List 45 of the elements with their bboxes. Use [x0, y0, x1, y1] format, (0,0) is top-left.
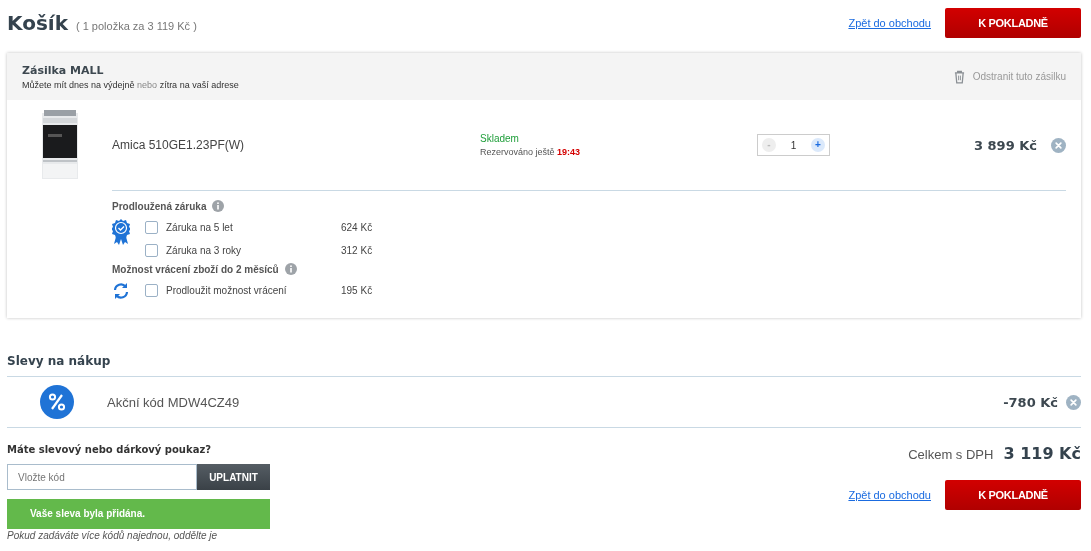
remove-icon[interactable] [1066, 394, 1081, 410]
option-label: Záruka na 5 let [166, 221, 234, 233]
coupon-note: Pokud zadáváte více kódů najednou, oddělte je [7, 530, 219, 541]
total-price: 3 119 Kč [1003, 444, 1081, 463]
page-title: Košík [7, 11, 68, 35]
total-label: Celkem s DPH [908, 447, 994, 462]
checkout-button[interactable]: K POKLADNĚ [945, 8, 1081, 38]
refresh-icon [112, 282, 130, 300]
cart-summary: ( 1 položka za 3 119 Kč ) [75, 20, 197, 32]
percent-icon [40, 385, 74, 419]
checkout-button[interactable]: K POKLADNĚ [945, 480, 1081, 510]
coupon-question: Máte slevový nebo dárkový poukaz? [7, 444, 212, 455]
shipment-title: Zásilka MALL [22, 63, 105, 77]
info-icon [284, 263, 297, 275]
item-price: 3 899 Kč [973, 137, 1038, 153]
apply-button[interactable]: UPLATNIT [197, 464, 270, 490]
section-title: Slevy na nákup [7, 354, 1081, 377]
option-price: 312 Kč [341, 244, 373, 256]
service-title: Prodloužená záruka [112, 200, 207, 212]
service-title: Možnost vrácení zboží do 2 měsíců [112, 263, 279, 275]
quantity-value: 1 [790, 139, 797, 151]
discount-code: Akční kód MDW4CZ49 [107, 394, 241, 410]
delivery-info: Můžete mít dnes na výdejně nebo zítra na vaší adrese [22, 79, 239, 90]
checkbox[interactable] [145, 283, 158, 297]
info-icon [212, 200, 225, 212]
rosette-icon [112, 219, 130, 245]
stock-status: Skladem [480, 133, 520, 144]
checkbox[interactable] [145, 243, 158, 257]
product-name: Amica 510GE1.23PF(W) [112, 138, 246, 152]
remove-icon[interactable] [1051, 137, 1066, 153]
checkbox[interactable] [145, 220, 158, 234]
remove-shipment-link[interactable]: Odstranit tuto zásilku [953, 69, 1066, 84]
option-price: 195 Kč [341, 284, 373, 296]
back-link[interactable]: Zpět do obchodu [848, 489, 931, 501]
option-label: Prodloužit možnost vrácení [166, 284, 288, 296]
trash-icon [953, 69, 965, 84]
discount-amount: -780 Kč [1003, 394, 1058, 410]
back-link[interactable]: Zpět do obchodu [848, 17, 931, 29]
increment-button[interactable]: + [811, 138, 825, 152]
option-price: 624 Kč [341, 221, 373, 233]
reservation-info: Rezervováno ještě 19:43 [480, 147, 582, 157]
success-message: Vaše sleva byla přidána. [7, 499, 270, 529]
code-field[interactable]: Vložte kód [7, 464, 197, 490]
quantity-stepper[interactable]: - 1 + [757, 134, 830, 156]
option-label: Záruka na 3 roky [166, 244, 243, 256]
